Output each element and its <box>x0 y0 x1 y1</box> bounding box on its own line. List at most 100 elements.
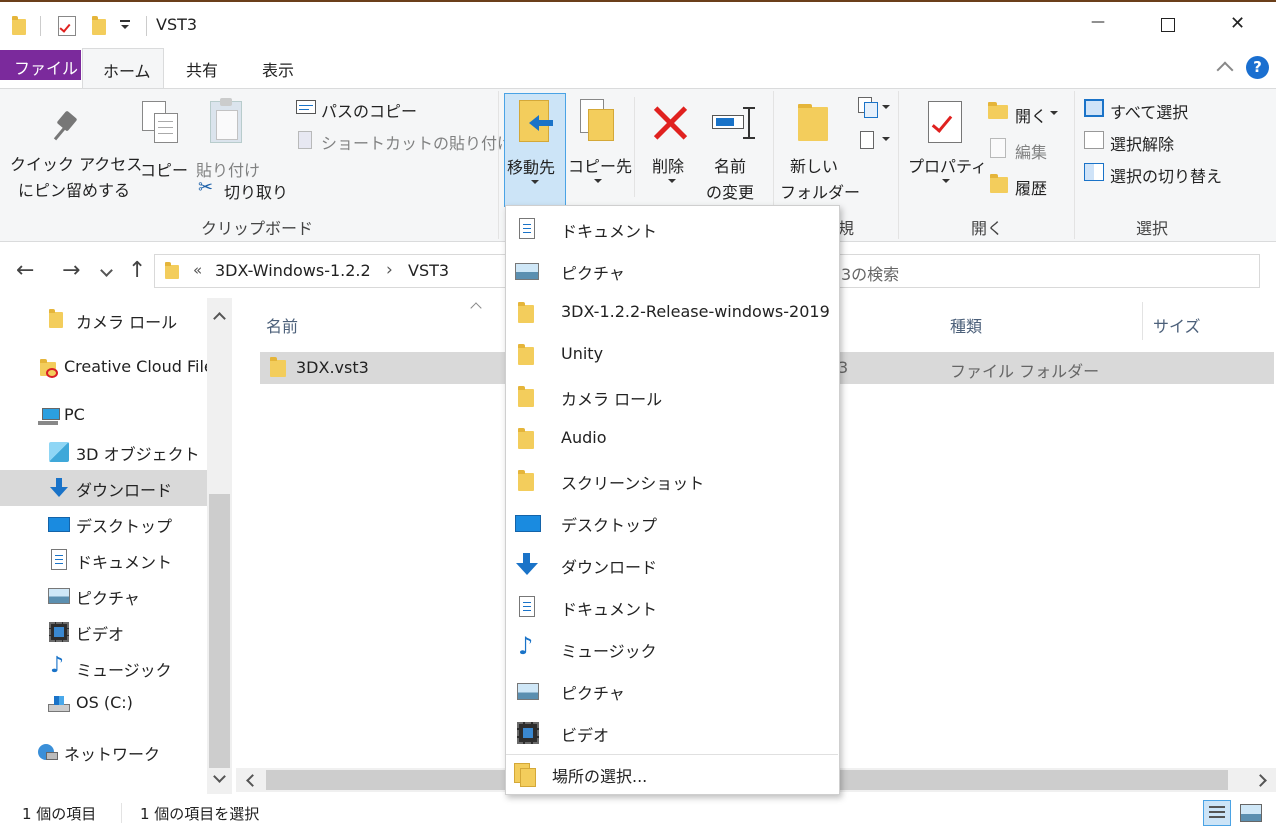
menu-item-3dx-release[interactable]: 3DX-1.2.2-Release-windows-2019 <box>506 292 838 334</box>
tab-share[interactable]: 共有 <box>172 50 236 80</box>
window-title: VST3 <box>156 15 198 34</box>
sidebar-item-videos[interactable]: ビデオ <box>0 614 207 650</box>
sidebar-scrollbar[interactable] <box>207 298 232 794</box>
scroll-down-icon[interactable] <box>213 770 226 783</box>
open-caret-icon <box>1050 111 1058 115</box>
menu-item-label: ピクチャ <box>561 264 625 283</box>
3d-objects-icon <box>49 442 69 462</box>
menu-item-desktop[interactable]: デスクトップ <box>506 502 838 544</box>
copy-to-button[interactable]: コピー先 <box>566 93 632 207</box>
menu-item-choose-location[interactable]: 場所の選択... <box>506 755 838 793</box>
menu-item-audio[interactable]: Audio <box>506 418 838 460</box>
picture-icon <box>515 679 539 703</box>
search-field[interactable]: 3の検索 <box>838 254 1260 288</box>
menu-item-documents[interactable]: ドキュメント <box>506 208 838 250</box>
menu-item-camera-roll[interactable]: カメラ ロール <box>506 376 838 418</box>
breadcrumb-root[interactable]: 3DX-Windows-1.2.2 <box>215 261 371 280</box>
new-item-icon[interactable] <box>858 97 890 119</box>
new-folder-button[interactable]: 新しい フォルダー <box>778 93 860 207</box>
edit-label: 編集 <box>1015 143 1048 162</box>
menu-item-screenshots[interactable]: スクリーンショット <box>506 460 838 502</box>
sidebar-item-documents[interactable]: ドキュメント <box>0 542 207 578</box>
collapse-ribbon-icon[interactable] <box>1216 61 1234 79</box>
sidebar-item-pc[interactable]: PC <box>0 398 207 434</box>
up-arrow-icon[interactable]: ↑ <box>128 258 146 283</box>
new-folder-quick-icon[interactable] <box>92 16 106 35</box>
forward-arrow-icon[interactable]: → <box>62 258 80 283</box>
tab-home[interactable]: ホーム <box>82 48 164 89</box>
pin-icon <box>53 110 78 143</box>
large-icons-view-icon[interactable] <box>1240 804 1262 822</box>
sidebar-item-label: ダウンロード <box>76 481 173 500</box>
menu-item-videos[interactable]: ビデオ <box>506 712 838 754</box>
menu-item-unity[interactable]: Unity <box>506 334 838 376</box>
select-none-button[interactable]: 選択解除 <box>1080 127 1230 154</box>
maximize-button[interactable] <box>1161 18 1175 32</box>
close-button[interactable]: ✕ <box>1230 13 1245 34</box>
sidebar-item-music[interactable]: ♪ ミュージック <box>0 650 207 686</box>
open-button[interactable]: 開く <box>986 99 1066 126</box>
sidebar-item-label: OS (C:) <box>76 693 133 712</box>
new-folder-label-2: フォルダー <box>780 183 861 202</box>
column-header-size[interactable]: サイズ <box>1153 313 1201 337</box>
sidebar-item-os-drive[interactable]: OS (C:) <box>0 686 207 722</box>
move-to-button[interactable]: 移動先 <box>504 93 566 207</box>
menu-item-label: ミュージック <box>561 642 657 661</box>
address-field[interactable]: « 3DX-Windows-1.2.2 › VST3 <box>154 254 514 288</box>
copy-button[interactable]: コピー <box>134 95 188 211</box>
scroll-left-icon[interactable] <box>246 774 259 787</box>
pin-quick-access-button[interactable]: クイック アクセス にピン留めする <box>6 95 142 211</box>
help-icon[interactable]: ? <box>1246 56 1269 79</box>
details-view-icon[interactable] <box>1203 800 1231 826</box>
menu-item-pictures-2[interactable]: ピクチャ <box>506 670 838 712</box>
properties-button[interactable]: プロパティ <box>904 93 988 207</box>
folder-icon <box>49 309 63 328</box>
copy-path-button[interactable]: パスのコピー <box>292 97 422 121</box>
breadcrumb-current[interactable]: VST3 <box>408 261 449 280</box>
invert-selection-button[interactable]: 選択の切り替え <box>1080 159 1230 186</box>
menu-item-label: ドキュメント <box>561 600 658 619</box>
open-label: 開く <box>1015 107 1048 126</box>
menu-item-downloads[interactable]: ダウンロード <box>506 544 838 586</box>
edit-icon <box>990 138 1006 158</box>
easy-access-icon[interactable] <box>858 129 890 151</box>
tab-file[interactable]: ファイル <box>0 50 81 80</box>
history-button[interactable]: 履歴 <box>986 171 1066 198</box>
column-header-name[interactable]: 名前 <box>266 313 298 337</box>
menu-item-label: ドキュメント <box>561 222 658 241</box>
rename-button[interactable]: 名前 の変更 <box>704 93 764 207</box>
sidebar-item-network[interactable]: ネットワーク <box>0 734 207 770</box>
breadcrumb-separator[interactable]: › <box>386 260 393 280</box>
scroll-up-icon[interactable] <box>213 312 226 325</box>
file-name: 3DX.vst3 <box>296 358 369 377</box>
music-icon: ♪ <box>518 632 534 660</box>
back-arrow-icon[interactable]: ← <box>16 258 34 283</box>
sidebar-item-3d-objects[interactable]: 3D オブジェクト <box>0 434 207 470</box>
delete-button[interactable]: 削除 <box>640 93 702 207</box>
column-header-type[interactable]: 種類 <box>950 313 982 337</box>
sidebar-item-camera-roll[interactable]: カメラ ロール <box>0 302 207 338</box>
menu-item-music[interactable]: ♪ ミュージック <box>506 628 838 670</box>
properties-quick-icon[interactable] <box>58 16 76 36</box>
sidebar-item-desktop[interactable]: デスクトップ <box>0 506 207 542</box>
minimize-button[interactable]: — <box>1091 14 1105 30</box>
sidebar-item-pictures[interactable]: ピクチャ <box>0 578 207 614</box>
select-none-label: 選択解除 <box>1110 135 1175 154</box>
menu-item-label: 場所の選択... <box>552 767 648 786</box>
menu-item-label: 3DX-1.2.2-Release-windows-2019 <box>561 302 830 321</box>
scroll-right-icon[interactable] <box>1254 774 1267 787</box>
tab-view[interactable]: 表示 <box>248 50 312 80</box>
sidebar-item-creative-cloud[interactable]: Creative Cloud File <box>0 350 207 386</box>
paste-shortcut-label: ショートカットの貼り付け <box>321 134 514 153</box>
select-all-button[interactable]: すべて選択 <box>1080 95 1230 122</box>
sidebar-item-downloads[interactable]: ダウンロード <box>0 470 207 506</box>
menu-item-pictures[interactable]: ピクチャ <box>506 250 838 292</box>
menu-item-documents-2[interactable]: ドキュメント <box>506 586 838 628</box>
menu-item-label: Audio <box>561 428 607 447</box>
desktop-icon <box>48 517 70 532</box>
cut-button[interactable]: ✂ 切り取り <box>196 177 296 203</box>
recent-locations-icon[interactable] <box>100 264 113 277</box>
address-overflow[interactable]: « <box>193 261 202 279</box>
customize-quick-access-icon[interactable] <box>120 20 130 32</box>
sidebar-scroll-thumb[interactable] <box>209 494 230 768</box>
